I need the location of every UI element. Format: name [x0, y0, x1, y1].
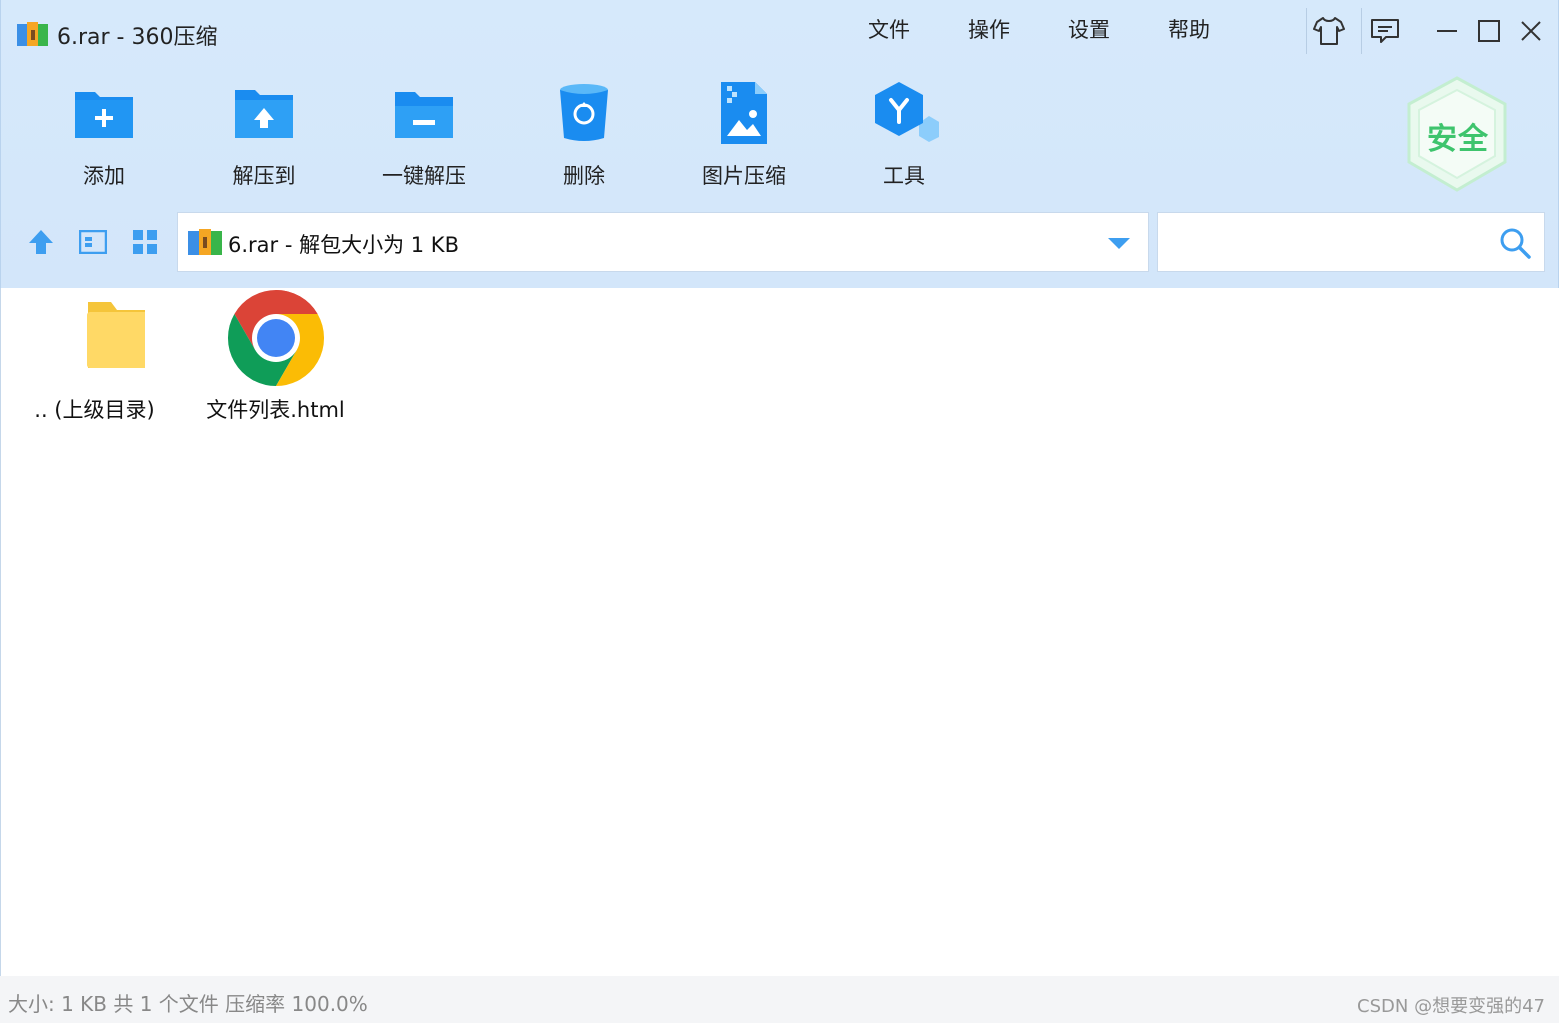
minimize-icon — [1437, 30, 1457, 32]
add-button[interactable]: 添加 — [39, 78, 169, 188]
image-compress-button[interactable]: 图片压缩 — [679, 78, 809, 188]
one-click-folder-icon — [395, 92, 453, 138]
extract-to-label: 解压到 — [232, 164, 296, 188]
list-item-parent-dir[interactable]: .. (上级目录) — [7, 288, 182, 428]
folder-icon — [86, 302, 172, 368]
path-text: 6.rar - 解包大小为 1 KB — [228, 233, 459, 257]
security-label: 安全 — [1427, 122, 1489, 157]
security-badge[interactable]: 安全 — [1405, 76, 1509, 192]
skin-button[interactable] — [1310, 12, 1348, 50]
close-icon — [1521, 21, 1541, 41]
divider — [1361, 8, 1362, 54]
icon-view-button[interactable] — [129, 226, 161, 258]
maximize-icon — [1478, 20, 1500, 42]
file-name: .. (上级目录) — [34, 398, 155, 422]
menu-bar: 文件 操作 设置 帮助 — [839, 16, 1239, 44]
delete-label: 删除 — [563, 164, 605, 188]
minimize-button[interactable] — [1428, 12, 1466, 50]
maximize-button[interactable] — [1470, 12, 1508, 50]
tools-button[interactable]: 工具 — [839, 78, 969, 188]
menu-operate[interactable]: 操作 — [939, 16, 1039, 44]
grid-view-icon — [133, 230, 157, 254]
status-text: 大小: 1 KB 共 1 个文件 压缩率 100.0% — [8, 992, 368, 1016]
status-bar: 大小: 1 KB 共 1 个文件 压缩率 100.0% CSDN @想要变强的4… — [0, 976, 1559, 1023]
image-file-icon — [721, 82, 767, 144]
search-input[interactable] — [1168, 223, 1488, 263]
search-bar — [1157, 212, 1545, 272]
feedback-button[interactable] — [1366, 12, 1404, 50]
file-name: 文件列表.html — [206, 398, 345, 422]
one-click-extract-button[interactable]: 一键解压 — [359, 78, 489, 188]
menu-settings[interactable]: 设置 — [1039, 16, 1139, 44]
tools-label: 工具 — [883, 164, 925, 188]
winrar-app-icon — [17, 22, 48, 46]
recycle-bin-icon — [560, 84, 608, 141]
chrome-icon — [227, 290, 324, 386]
delete-button[interactable]: 删除 — [519, 78, 649, 188]
add-label: 添加 — [83, 164, 125, 188]
divider — [1306, 8, 1307, 54]
extract-to-button[interactable]: 解压到 — [199, 78, 329, 188]
arrow-up-icon — [29, 230, 53, 254]
detail-view-button[interactable] — [77, 226, 109, 258]
search-icon[interactable] — [1498, 226, 1532, 260]
shirt-icon — [1313, 17, 1345, 45]
up-level-button[interactable] — [25, 226, 57, 258]
archive-icon — [188, 229, 222, 255]
watermark: CSDN @想要变强的47 — [1357, 996, 1545, 1017]
add-folder-icon — [75, 92, 133, 138]
tools-hexagon-icon — [875, 82, 941, 142]
list-view-icon — [79, 230, 107, 254]
header: 6.rar - 360压缩 文件 操作 设置 帮助 添加 解压到 一键解压 删除… — [0, 0, 1559, 288]
file-list[interactable]: .. (上级目录) 文件列表.html — [0, 288, 1559, 976]
path-bar[interactable]: 6.rar - 解包大小为 1 KB — [177, 212, 1149, 272]
image-compress-label: 图片压缩 — [702, 164, 786, 188]
window-title: 6.rar - 360压缩 — [57, 25, 218, 50]
feedback-icon — [1371, 19, 1399, 43]
menu-help[interactable]: 帮助 — [1139, 16, 1239, 44]
list-item-file[interactable]: 文件列表.html — [188, 288, 363, 428]
extract-folder-icon — [235, 90, 293, 138]
close-button[interactable] — [1512, 12, 1550, 50]
one-click-extract-label: 一键解压 — [382, 164, 466, 188]
chevron-down-icon[interactable] — [1106, 235, 1132, 251]
menu-file[interactable]: 文件 — [839, 16, 939, 44]
